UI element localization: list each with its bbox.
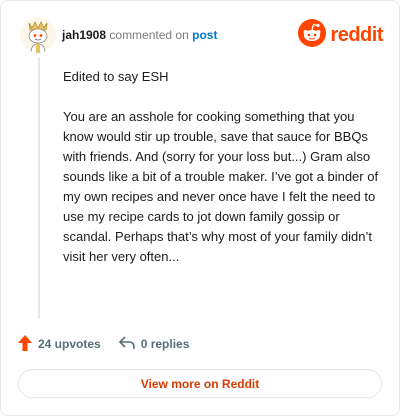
comment-actions: 24 upvotes 0 replies <box>18 334 189 354</box>
upvote-arrow-icon <box>18 334 38 354</box>
comment-paragraph: Edited to say ESH <box>63 69 169 84</box>
reddit-wordmark: reddit <box>330 23 383 46</box>
replies-button[interactable]: 0 replies <box>118 335 190 353</box>
action-text: commented on <box>109 28 189 42</box>
reply-arrow-icon <box>118 335 141 353</box>
byline: jah1908 commented on post <box>62 27 217 43</box>
comment-body: Edited to say ESH You are an asshole for… <box>63 67 381 287</box>
upvote-count: 24 upvotes <box>38 337 101 351</box>
snoo-avatar-icon[interactable] <box>20 17 56 53</box>
comment-paragraph: You are an asshole for cooking something… <box>63 109 379 264</box>
comment-header: jah1908 commented on post reddit <box>20 17 383 53</box>
username-link[interactable]: jah1908 <box>62 28 106 42</box>
reddit-brand[interactable]: reddit <box>298 18 383 52</box>
reddit-logo-icon <box>298 18 327 52</box>
upvote-button[interactable]: 24 upvotes <box>18 334 101 354</box>
embedded-comment-card: jah1908 commented on post reddit Edited … <box>0 0 400 416</box>
thread-line <box>38 57 40 319</box>
reply-count: 0 replies <box>140 337 190 351</box>
view-more-button[interactable]: View more on Reddit <box>18 369 382 398</box>
post-link[interactable]: post <box>192 28 217 42</box>
